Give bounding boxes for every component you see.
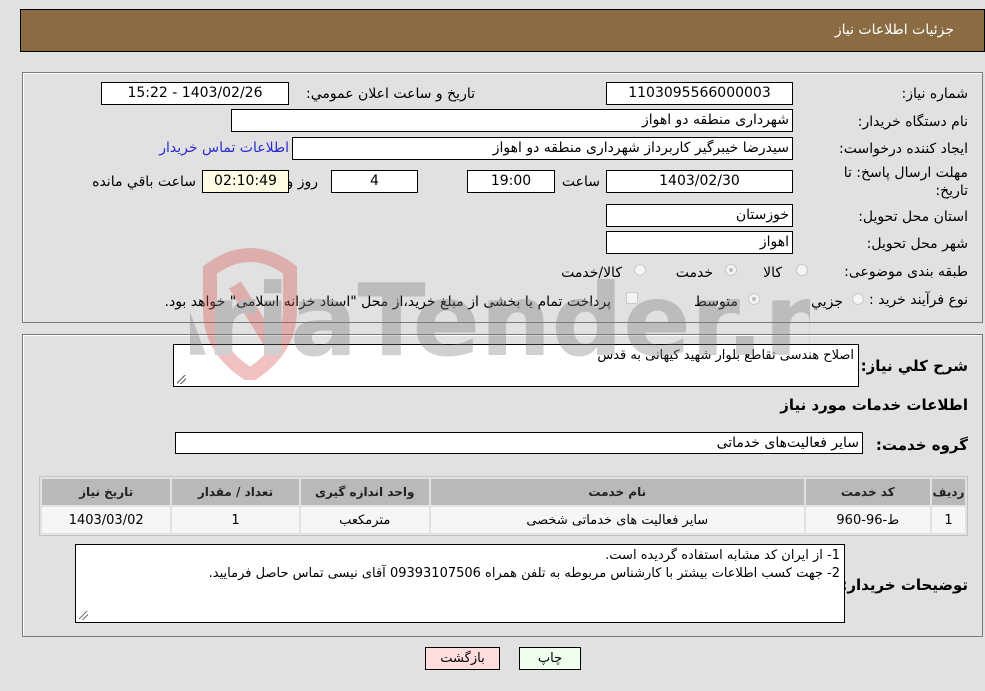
deadline-time-label: ساعت xyxy=(561,174,600,190)
col-header-service-name: نام خدمت xyxy=(430,479,804,505)
category-option-goods-service: كالا/خدمت xyxy=(561,265,622,281)
treasury-checkbox[interactable] xyxy=(626,292,638,304)
deadline-label-line1: مهلت ارسال پاسخ: تا xyxy=(843,165,968,181)
deadline-date-field: 1403/02/30 xyxy=(606,170,793,193)
purchase-option-medium: متوسط xyxy=(694,294,738,310)
province-field: خوزستان xyxy=(606,204,793,227)
cell-service-code: ط-96-960 xyxy=(805,507,930,533)
remaining-time-label: ساعت باقي مانده xyxy=(92,174,196,190)
category-radio-goods[interactable] xyxy=(796,264,808,276)
table-row: 1 ط-96-960 ساير فعاليت های خدماتی شخصی م… xyxy=(42,507,965,533)
col-header-row-number: رديف xyxy=(931,479,965,505)
description-textarea[interactable]: اصلاح هندسی تقاطع بلوار شهید کیهانی به ق… xyxy=(173,344,859,387)
cell-row-number: 1 xyxy=(931,507,965,533)
col-header-unit: واحد اندازه گيری xyxy=(300,479,429,505)
city-field: اهواز xyxy=(606,231,793,254)
resize-grip-icon[interactable] xyxy=(177,375,186,384)
description-label: شرح كلي نياز: xyxy=(860,357,968,375)
remaining-days-field: 4 xyxy=(331,170,418,193)
buyer-org-field: شهرداری منطقه دو اهواز xyxy=(231,109,793,132)
purchase-radio-minor[interactable] xyxy=(852,293,864,305)
category-option-goods: كالا xyxy=(763,265,782,281)
category-option-service: خدمت xyxy=(675,265,713,281)
days-label: روز و xyxy=(286,174,319,190)
cell-unit: مترمكعب xyxy=(300,507,429,533)
page-title: جزئيات اطلاعات نياز xyxy=(834,22,954,38)
buyer-notes-textarea[interactable]: 1- از ایران کد مشابه استفاده گردیده است.… xyxy=(75,544,845,623)
deadline-label-line2: تاريخ: xyxy=(935,183,968,199)
cell-service-name: ساير فعاليت های خدماتی شخصی xyxy=(430,507,804,533)
purchase-type-label: نوع فرآيند خريد : xyxy=(869,292,968,308)
table-header-row: رديف كد خدمت نام خدمت واحد اندازه گيری ت… xyxy=(42,479,965,505)
service-group-field: ساير فعاليت‌های خدماتی xyxy=(175,432,863,454)
description-text: اصلاح هندسی تقاطع بلوار شهید کیهانی به ق… xyxy=(597,348,854,363)
deadline-time-field: 19:00 xyxy=(467,170,555,193)
resize-grip-icon[interactable] xyxy=(79,611,88,620)
remaining-time-field: 02:10:49 xyxy=(202,170,289,193)
category-radio-service[interactable] xyxy=(725,264,737,276)
cell-need-date: 1403/03/02 xyxy=(42,507,171,533)
need-number-field: 1103095566000003 xyxy=(606,82,793,105)
buyer-notes-label: توضيحات خريدار: xyxy=(841,576,968,594)
category-radio-goods-service[interactable] xyxy=(634,264,646,276)
buyer-contact-link[interactable]: اطلاعات تماس خريدار xyxy=(159,140,289,156)
announce-datetime-label: تاريخ و ساعت اعلان عمومي: xyxy=(306,86,475,102)
purchase-option-minor: جزيي xyxy=(811,294,843,310)
services-table: رديف كد خدمت نام خدمت واحد اندازه گيری ت… xyxy=(39,476,968,536)
print-button[interactable]: چاپ xyxy=(519,647,581,670)
cell-quantity: 1 xyxy=(172,507,299,533)
page-header: جزئيات اطلاعات نياز xyxy=(20,9,985,52)
treasury-note: پرداخت تمام يا بخشی از مبلغ خريد،از محل … xyxy=(164,294,611,310)
col-header-service-code: كد خدمت xyxy=(805,479,930,505)
purchase-radio-medium[interactable] xyxy=(748,293,760,305)
buyer-org-label: نام دستگاه خريدار: xyxy=(857,114,968,130)
buyer-notes-line-1: 1- از ایران کد مشابه استفاده گردیده است. xyxy=(605,548,840,563)
category-label: طبقه بندی موضوعی: xyxy=(844,264,968,280)
requester-label: ايجاد كننده درخواست: xyxy=(839,141,968,157)
col-header-quantity: تعداد / مقدار xyxy=(172,479,299,505)
province-label: استان محل تحويل: xyxy=(858,209,968,225)
buyer-notes-line-2: 2- جهت کسب اطلاعات بیشتر با کارشناس مربو… xyxy=(208,566,840,581)
services-heading: اطلاعات خدمات مورد نياز xyxy=(780,396,968,414)
requester-field: سیدرضا خیبرگیر کاربرداز شهرداری منطقه دو… xyxy=(292,137,793,160)
city-label: شهر محل تحويل: xyxy=(866,236,968,252)
back-button[interactable]: بازگشت xyxy=(425,647,500,670)
col-header-need-date: تاريخ نياز xyxy=(42,479,171,505)
service-group-label: گروه خدمت: xyxy=(875,436,968,454)
announce-datetime-field: 1403/02/26 - 15:22 xyxy=(101,82,289,105)
need-number-label: شماره نياز: xyxy=(901,86,969,102)
